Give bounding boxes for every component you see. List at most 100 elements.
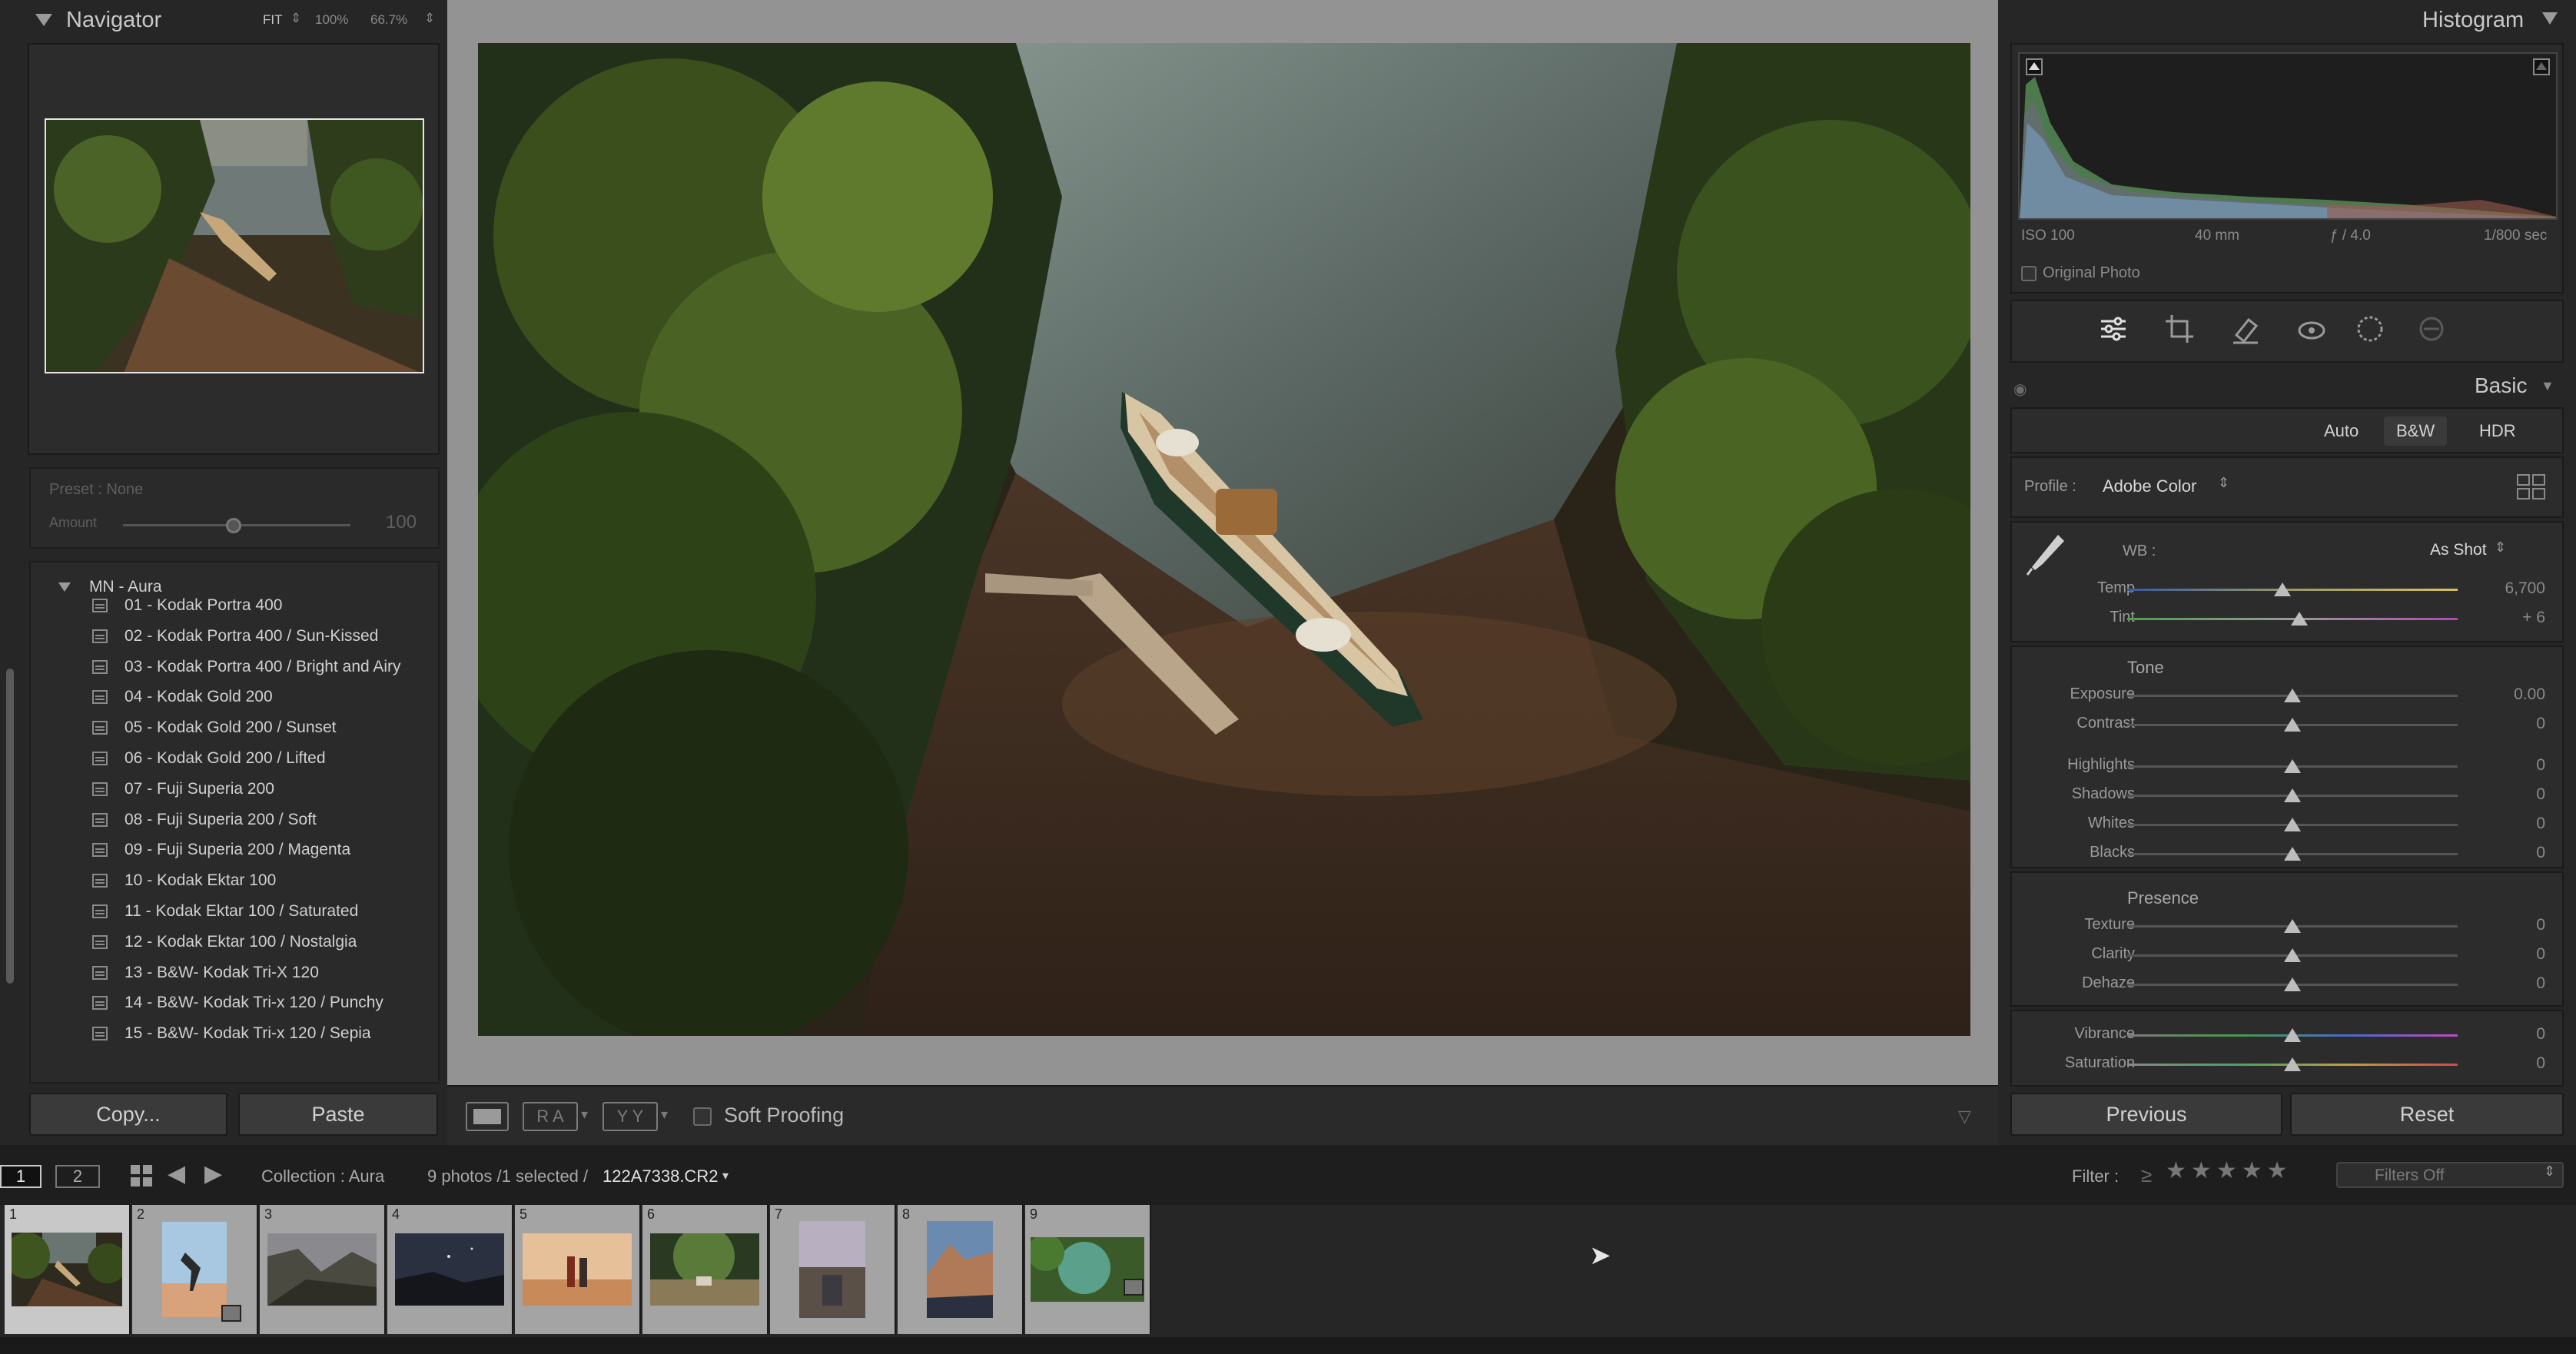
preset-item[interactable]: 13 - B&W- Kodak Tri-X 120: [92, 959, 319, 987]
film-cell[interactable]: 2: [132, 1205, 258, 1334]
paste-button[interactable]: Paste: [238, 1093, 438, 1136]
preset-item[interactable]: 14 - B&W- Kodak Tri-x 120 / Punchy: [92, 989, 383, 1017]
slider-value[interactable]: 0: [2453, 916, 2545, 934]
slider-thumb[interactable]: [2284, 718, 2301, 732]
crop-icon[interactable]: [2164, 314, 2195, 348]
slider-value[interactable]: 0: [2453, 715, 2545, 733]
film-thumbnail[interactable]: [12, 1233, 122, 1306]
film-thumbnail[interactable]: [927, 1221, 993, 1318]
reset-button[interactable]: Reset: [2290, 1093, 2564, 1136]
film-thumbnail[interactable]: [650, 1233, 759, 1306]
chevron-updown-icon[interactable]: ⇕: [2544, 1163, 2555, 1180]
preset-item[interactable]: 12 - Kodak Ektar 100 / Nostalgia: [92, 928, 357, 956]
film-cell[interactable]: 8: [898, 1205, 1024, 1334]
star-icon[interactable]: ★: [2242, 1157, 2262, 1184]
amount-slider-thumb[interactable]: [226, 518, 241, 533]
bw-button[interactable]: B&W: [2384, 416, 2448, 446]
edit-sliders-icon[interactable]: [2098, 314, 2129, 351]
slider-value[interactable]: 0: [2453, 785, 2545, 804]
slider-value[interactable]: 0: [2453, 756, 2545, 775]
chevron-updown-icon[interactable]: ⇕: [2495, 539, 2506, 556]
loupe-view-icon[interactable]: [466, 1102, 509, 1131]
dropdown-icon[interactable]: ▾: [581, 1107, 588, 1123]
chevron-updown-icon[interactable]: ⇕: [2218, 475, 2229, 491]
visibility-eye-icon[interactable]: ◉: [2013, 380, 2027, 399]
profile-browser-icon[interactable]: [2516, 473, 2547, 501]
filter-operator[interactable]: ≥: [2141, 1163, 2152, 1187]
slider-thumb[interactable]: [2284, 689, 2301, 702]
film-thumbnail[interactable]: [162, 1222, 227, 1317]
preset-item[interactable]: 15 - B&W- Kodak Tri-x 120 / Sepia: [92, 1020, 371, 1047]
hdr-button[interactable]: HDR: [2467, 416, 2528, 446]
auto-button[interactable]: Auto: [2312, 416, 2371, 446]
toolbar-menu-icon[interactable]: ▽: [1958, 1107, 1971, 1127]
preset-item[interactable]: 04 - Kodak Gold 200: [92, 683, 273, 711]
slider-thumb[interactable]: [2284, 977, 2301, 991]
original-photo-label[interactable]: Original Photo: [2043, 264, 2140, 282]
preset-item[interactable]: 01 - Kodak Portra 400: [92, 592, 282, 619]
slider-thumb[interactable]: [2284, 847, 2301, 861]
collapse-group-icon[interactable]: [58, 582, 71, 592]
preset-item[interactable]: 02 - Kodak Portra 400 / Sun-Kissed: [92, 622, 378, 650]
navigator-preview[interactable]: [28, 43, 440, 455]
film-thumbnail[interactable]: [799, 1221, 865, 1318]
preset-item[interactable]: 05 - Kodak Gold 200 / Sunset: [92, 714, 337, 742]
collection-label[interactable]: Collection : Aura: [261, 1166, 384, 1186]
previous-button[interactable]: Previous: [2010, 1093, 2282, 1136]
wb-eyedropper-icon[interactable]: [2024, 530, 2067, 578]
screen-2-button[interactable]: 2: [55, 1165, 100, 1188]
slider-thumb[interactable]: [2284, 1057, 2301, 1071]
collapse-navigator-icon[interactable]: [35, 14, 52, 26]
original-photo-checkbox[interactable]: [2021, 266, 2037, 281]
film-thumbnail[interactable]: [395, 1233, 504, 1306]
main-photo[interactable]: [478, 43, 1970, 1036]
slider-value[interactable]: 6,700: [2453, 579, 2545, 598]
forward-arrow-icon[interactable]: ▶: [204, 1160, 222, 1187]
selected-filename[interactable]: 122A7338.CR2: [603, 1166, 718, 1186]
presets-icon[interactable]: [2416, 314, 2447, 348]
wb-select[interactable]: As Shot: [2430, 541, 2487, 559]
slider-thumb[interactable]: [2274, 582, 2292, 596]
collapse-histogram-icon[interactable]: [2542, 12, 2558, 25]
slider-value[interactable]: + 6: [2453, 609, 2545, 627]
film-cell[interactable]: 5: [515, 1205, 641, 1334]
film-cell[interactable]: 7: [770, 1205, 896, 1334]
screen-1-button[interactable]: 1: [0, 1165, 41, 1188]
filters-select[interactable]: Filters Off: [2336, 1162, 2564, 1188]
preset-item[interactable]: 07 - Fuji Superia 200: [92, 775, 274, 803]
slider-value[interactable]: 0.00: [2453, 685, 2545, 704]
slider-value[interactable]: 0: [2453, 844, 2545, 862]
healing-eraser-icon[interactable]: [2230, 314, 2261, 348]
slider-thumb[interactable]: [2284, 948, 2301, 962]
slider-value[interactable]: 0: [2453, 974, 2545, 993]
red-eye-icon[interactable]: [2296, 314, 2327, 348]
slider-value[interactable]: 0: [2453, 1054, 2545, 1073]
star-icon[interactable]: ★: [2191, 1157, 2212, 1184]
histogram-graph[interactable]: [2018, 52, 2558, 220]
preset-item[interactable]: 09 - Fuji Superia 200 / Magenta: [92, 836, 350, 864]
chevron-updown-icon[interactable]: ⇕: [424, 11, 435, 26]
dropdown-icon[interactable]: ▾: [661, 1107, 668, 1123]
profile-select[interactable]: Adobe Color: [2103, 476, 2196, 496]
zoom-66[interactable]: 66.7%: [370, 12, 407, 28]
basic-menu-icon[interactable]: ▼: [2541, 378, 2554, 394]
film-cell[interactable]: 9: [1025, 1205, 1151, 1334]
film-cell[interactable]: 6: [642, 1205, 768, 1334]
film-cell[interactable]: 4: [387, 1205, 513, 1334]
film-cell[interactable]: 3: [260, 1205, 386, 1334]
film-thumbnail[interactable]: [523, 1233, 632, 1306]
slider-thumb[interactable]: [2290, 612, 2308, 626]
film-thumbnail[interactable]: [267, 1233, 377, 1306]
soft-proofing-checkbox[interactable]: [693, 1107, 712, 1126]
slider-thumb[interactable]: [2284, 919, 2301, 933]
copy-button[interactable]: Copy...: [29, 1093, 227, 1136]
before-after-button[interactable]: R A: [523, 1102, 578, 1131]
preset-item[interactable]: 10 - Kodak Ektar 100: [92, 867, 276, 894]
before-after-yy-button[interactable]: Y Y: [603, 1102, 658, 1131]
rating-filter[interactable]: ★ ★ ★ ★ ★: [2166, 1157, 2288, 1184]
slider-thumb[interactable]: [2284, 788, 2301, 802]
grid-view-icon[interactable]: [129, 1163, 154, 1188]
masking-icon[interactable]: [2355, 314, 2385, 348]
dropdown-icon[interactable]: ▾: [722, 1168, 729, 1183]
slider-thumb[interactable]: [2284, 759, 2301, 773]
